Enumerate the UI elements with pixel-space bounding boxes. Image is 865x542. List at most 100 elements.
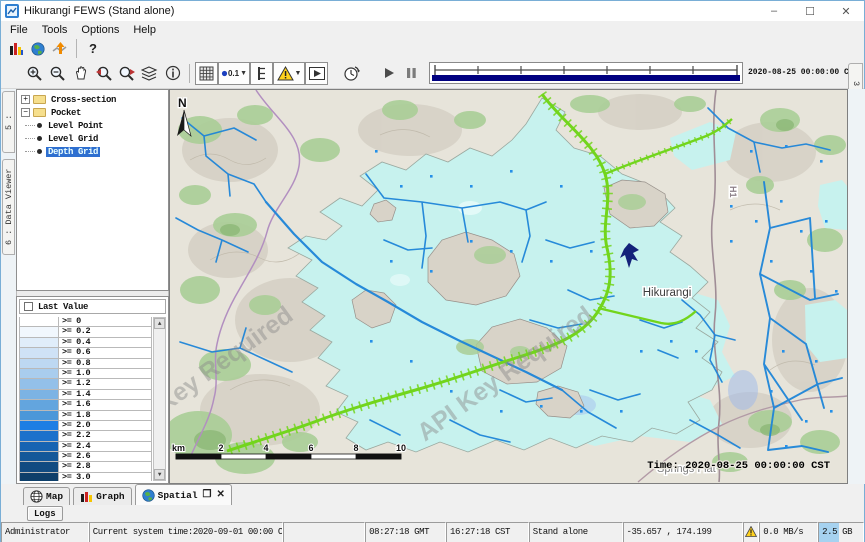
dot-icon xyxy=(221,70,228,77)
legend-color-swatch xyxy=(19,317,59,327)
layers-icon xyxy=(141,66,158,81)
svg-text:8: 8 xyxy=(353,443,358,453)
menu-file[interactable]: File xyxy=(4,22,36,38)
legend-color-swatch xyxy=(19,348,59,358)
collapse-icon[interactable]: − xyxy=(21,108,30,117)
legend-color-swatch xyxy=(19,421,59,431)
time-slider[interactable] xyxy=(429,62,743,84)
scale-bar-segments xyxy=(176,454,401,459)
play-icon xyxy=(383,67,395,79)
pause-button[interactable] xyxy=(400,62,423,85)
wire-globe-icon xyxy=(30,490,43,503)
toolbar-separator xyxy=(189,64,190,83)
bar-chart-icon xyxy=(80,491,93,503)
toolbar-separator xyxy=(76,39,77,58)
menu-bar: File Tools Options Help xyxy=(1,21,864,39)
pan-button[interactable] xyxy=(69,62,92,85)
chevron-down-icon: ▼ xyxy=(240,70,247,77)
warning-triangle-icon xyxy=(277,66,294,81)
legend-color-swatch xyxy=(19,452,59,462)
status-download-speed: 0.0 MB/s xyxy=(759,522,818,542)
bullet-icon xyxy=(37,123,42,128)
tree-connector xyxy=(25,125,35,126)
zoom-next-icon xyxy=(118,65,136,82)
profile-chart-icon xyxy=(52,42,68,56)
info-icon xyxy=(165,65,181,81)
legend-color-swatch xyxy=(19,379,59,389)
profile-display-button[interactable] xyxy=(49,40,71,57)
zoom-next-button[interactable] xyxy=(115,62,138,85)
zoom-in-button[interactable] xyxy=(23,62,46,85)
tree-item-cross-section[interactable]: + Cross-section xyxy=(17,93,168,106)
menu-tools[interactable]: Tools xyxy=(36,22,76,38)
zoom-previous-icon xyxy=(95,65,113,82)
legend-label: >= 0.6 xyxy=(59,348,152,358)
maximize-button[interactable]: ☐ xyxy=(792,1,828,21)
grid-icon xyxy=(199,66,214,81)
content-area: 5 : Forecast 6 : Data Viewer + Cross-sec… xyxy=(1,89,865,484)
svg-text:4: 4 xyxy=(263,443,268,453)
globe-icon xyxy=(142,489,155,502)
scroll-up-icon[interactable]: ▲ xyxy=(154,318,165,329)
svg-text:6: 6 xyxy=(308,443,313,453)
bar-chart-icon xyxy=(9,42,24,56)
map-time-label: Time: 2020-08-25 00:00:00 CST xyxy=(647,460,830,472)
grid-display-button[interactable] xyxy=(195,62,218,85)
zoom-in-icon xyxy=(26,65,43,82)
zoom-out-button[interactable] xyxy=(46,62,69,85)
tree-connector xyxy=(25,138,35,139)
close-button[interactable]: ✕ xyxy=(828,1,864,21)
main-toolbar: ? xyxy=(1,39,864,58)
animation-button[interactable] xyxy=(305,62,328,85)
tab-map[interactable]: Map xyxy=(23,487,70,505)
thresholds-dropdown[interactable]: ▼ xyxy=(273,62,305,85)
title-bar[interactable]: Hikurangi FEWS (Stand alone) – ☐ ✕ xyxy=(1,1,864,21)
tree-item-level-point[interactable]: Level Point xyxy=(17,119,168,132)
zoom-previous-button[interactable] xyxy=(92,62,115,85)
time-step-button[interactable] xyxy=(340,62,363,85)
folder-icon xyxy=(33,95,46,104)
map-display-button[interactable] xyxy=(27,40,49,57)
legend-color-swatch xyxy=(19,338,59,348)
grid-value-dropdown[interactable]: 0.1 ▼ xyxy=(218,62,250,85)
tab-spatial[interactable]: Spatial ❒ ✕ xyxy=(135,484,232,505)
tab-forecast[interactable]: 5 : Forecast xyxy=(2,91,15,153)
tab-maximize-icon[interactable]: ❒ xyxy=(203,489,212,501)
tree-item-depth-grid[interactable]: Depth Grid xyxy=(17,145,168,158)
minimize-button[interactable]: – xyxy=(756,1,792,21)
left-panel: + Cross-section − Pocket Level Point xyxy=(16,89,169,484)
tab-close-icon[interactable]: ✕ xyxy=(217,489,225,501)
time-slider-range-bar[interactable] xyxy=(432,75,740,81)
status-user: Administrator xyxy=(1,522,89,542)
scroll-down-icon[interactable]: ▼ xyxy=(154,469,165,480)
last-value-checkbox[interactable] xyxy=(24,302,33,311)
menu-options[interactable]: Options xyxy=(75,22,127,38)
map-canvas[interactable]: API Key Required API Key Required Hikura… xyxy=(170,90,847,483)
tree-item-pocket[interactable]: − Pocket xyxy=(17,106,168,119)
legend-color-swatch xyxy=(19,327,59,337)
play-button[interactable] xyxy=(377,62,400,85)
timeseries-dialog-button[interactable] xyxy=(5,40,27,57)
zoom-out-icon xyxy=(49,65,66,82)
tab-graph[interactable]: Graph xyxy=(73,487,132,505)
scale-unit: km xyxy=(172,443,185,453)
tree-item-level-grid[interactable]: Level Grid xyxy=(17,132,168,145)
movie-play-icon xyxy=(309,67,325,80)
legend-scrollbar[interactable]: ▲ ▼ xyxy=(153,317,166,481)
layers-button[interactable] xyxy=(138,62,161,85)
info-button[interactable] xyxy=(161,62,184,85)
layer-tree: + Cross-section − Pocket Level Point xyxy=(16,89,169,291)
gauge-scale-button[interactable] xyxy=(250,62,273,85)
expand-icon[interactable]: + xyxy=(21,95,30,104)
tab-data-viewer[interactable]: 6 : Data Viewer xyxy=(2,159,15,255)
gauge-icon xyxy=(256,66,268,81)
map-view[interactable]: API Key Required API Key Required Hikura… xyxy=(169,89,848,484)
status-coordinates: -35.657 , 174.199 xyxy=(623,522,744,542)
last-value-option[interactable]: Last Value xyxy=(19,299,166,314)
status-warning[interactable] xyxy=(743,522,759,542)
logs-button[interactable]: Logs xyxy=(27,506,63,521)
legend-color-swatch xyxy=(19,369,59,379)
help-button[interactable]: ? xyxy=(82,40,104,57)
menu-help[interactable]: Help xyxy=(127,22,164,38)
legend-list: >= 0 >= 0.2 >= 0.4 xyxy=(19,317,152,481)
